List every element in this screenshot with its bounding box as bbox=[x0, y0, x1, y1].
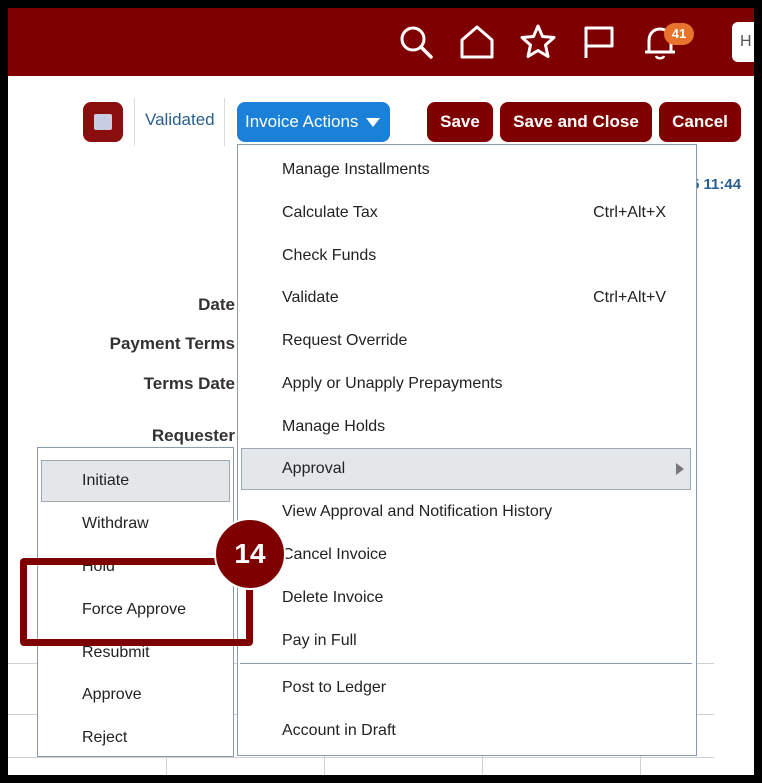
global-search-field[interactable]: H bbox=[732, 22, 754, 62]
timestamp-fragment: 5 11:44 bbox=[691, 176, 742, 193]
validation-status[interactable]: Validated bbox=[145, 110, 215, 130]
notification-count-badge: 41 bbox=[664, 23, 694, 45]
notes-icon[interactable] bbox=[83, 102, 123, 142]
cancel-button[interactable]: Cancel bbox=[659, 102, 741, 142]
payment-terms-label: Payment Terms bbox=[109, 334, 235, 353]
submenu-item-label: Withdraw bbox=[82, 515, 149, 532]
requester-label: Requester bbox=[151, 426, 235, 445]
menu-item-label: Request Override bbox=[282, 332, 408, 349]
menu-item-manage-holds[interactable]: Manage Holds bbox=[238, 406, 696, 449]
star-icon[interactable] bbox=[518, 22, 558, 62]
save-button[interactable]: Save bbox=[427, 102, 493, 142]
menu-item-label: Manage Holds bbox=[282, 418, 386, 435]
flag-icon[interactable] bbox=[579, 22, 619, 62]
submenu-item-label: Approve bbox=[82, 686, 142, 703]
menu-item-account-in-draft[interactable]: Account in Draft bbox=[238, 710, 696, 753]
menu-item-label: Validate bbox=[282, 289, 339, 306]
submenu-item-withdraw[interactable]: Withdraw bbox=[38, 503, 233, 546]
submenu-item-approve[interactable]: Approve bbox=[38, 674, 233, 717]
submenu-item-label: Resubmit bbox=[82, 644, 150, 661]
menu-item-label: Apply or Unapply Prepayments bbox=[282, 375, 503, 392]
menu-item-post-to-ledger[interactable]: Post to Ledger bbox=[238, 667, 696, 710]
search-icon[interactable] bbox=[396, 22, 436, 62]
submenu-item-reject[interactable]: Reject bbox=[38, 717, 233, 760]
menu-item-label: Post to Ledger bbox=[282, 679, 387, 696]
menu-item-validate[interactable]: Validate Ctrl+Alt+V bbox=[238, 277, 696, 320]
toolbar-divider bbox=[224, 98, 225, 146]
invoice-actions-label: Invoice Actions bbox=[245, 112, 359, 131]
global-header: 41 H bbox=[8, 8, 754, 76]
menu-item-apply-prepayments[interactable]: Apply or Unapply Prepayments bbox=[238, 363, 696, 406]
menu-item-delete-invoice[interactable]: Delete Invoice bbox=[238, 577, 696, 620]
step-callout-badge: 14 bbox=[214, 518, 286, 590]
menu-item-shortcut: Ctrl+Alt+V bbox=[593, 289, 666, 306]
menu-item-label: View Approval and Notification History bbox=[282, 503, 553, 520]
menu-item-shortcut: Ctrl+Alt+X bbox=[593, 204, 666, 221]
date-label: Date bbox=[198, 295, 235, 314]
home-icon[interactable] bbox=[457, 22, 497, 62]
menu-item-request-override[interactable]: Request Override bbox=[238, 320, 696, 363]
menu-item-label: Pay in Full bbox=[282, 632, 357, 649]
submenu-item-label: Reject bbox=[82, 729, 128, 746]
menu-separator bbox=[240, 663, 692, 664]
menu-item-label: Cancel Invoice bbox=[282, 546, 387, 563]
menu-item-label: Manage Installments bbox=[282, 161, 430, 178]
terms-date-label: Terms Date bbox=[143, 374, 235, 393]
submenu-item-initiate[interactable]: Initiate bbox=[41, 460, 230, 502]
menu-item-label: Check Funds bbox=[282, 247, 377, 264]
menu-item-manage-installments[interactable]: Manage Installments bbox=[238, 149, 696, 192]
invoice-actions-menu: Manage Installments Calculate Tax Ctrl+Al… bbox=[237, 144, 697, 756]
menu-item-label: Delete Invoice bbox=[282, 589, 384, 606]
menu-item-label: Calculate Tax bbox=[282, 204, 378, 221]
submenu-item-label: Initiate bbox=[82, 472, 130, 489]
chevron-right-icon bbox=[676, 463, 684, 475]
app-window: 41 H Validated Invoice Actions Save Save… bbox=[8, 8, 754, 775]
menu-item-label: Approval bbox=[282, 460, 346, 477]
menu-item-view-approval-history[interactable]: View Approval and Notification History bbox=[238, 491, 696, 534]
menu-item-calculate-tax[interactable]: Calculate Tax Ctrl+Alt+X bbox=[238, 192, 696, 235]
menu-item-check-funds[interactable]: Check Funds bbox=[238, 235, 696, 278]
menu-item-approval[interactable]: Approval bbox=[241, 448, 691, 490]
menu-item-label: Account in Draft bbox=[282, 722, 396, 739]
menu-item-pay-in-full[interactable]: Pay in Full bbox=[238, 620, 696, 663]
save-and-close-button[interactable]: Save and Close bbox=[500, 102, 652, 142]
invoice-actions-button[interactable]: Invoice Actions bbox=[237, 102, 390, 142]
menu-item-cancel-invoice[interactable]: Cancel Invoice bbox=[238, 534, 696, 577]
chevron-down-icon bbox=[366, 118, 380, 127]
toolbar-divider bbox=[134, 98, 135, 146]
